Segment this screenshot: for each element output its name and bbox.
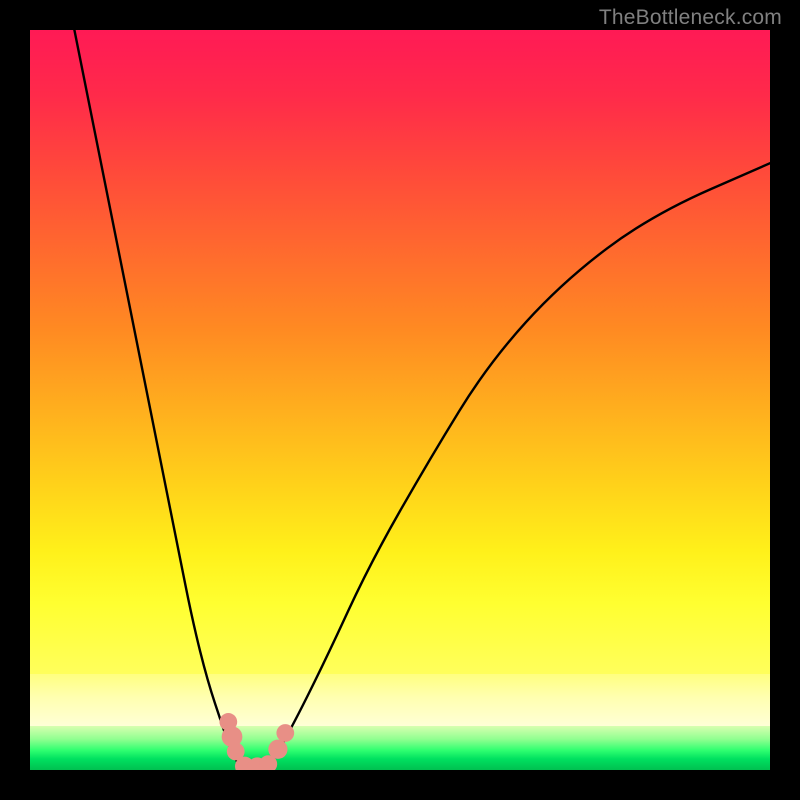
curves-svg [30,30,770,770]
marker-right-up [276,724,294,742]
marker-right-low [268,740,287,759]
chart-frame: TheBottleneck.com [0,0,800,800]
series-right-curve [267,163,770,770]
watermark-text: TheBottleneck.com [599,6,782,30]
series-left-curve [74,30,244,770]
marker-layer [219,713,294,770]
curve-layer [74,30,770,770]
plot-area [30,30,770,770]
